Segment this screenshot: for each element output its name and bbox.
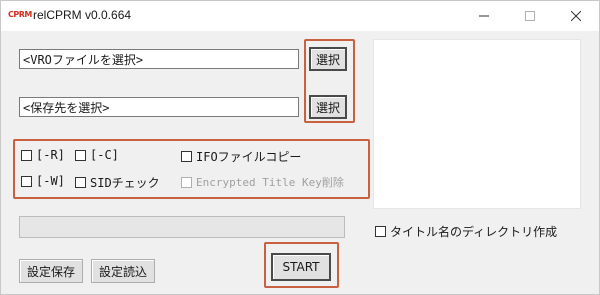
app-window: CPRM relCPRM v0.0.664 <VROファイルを選択> <保存先を…: [0, 0, 600, 295]
maximize-button[interactable]: [507, 1, 553, 31]
maximize-icon: [525, 11, 535, 21]
sid-check-checkbox[interactable]: SIDチェック: [75, 174, 160, 191]
checkbox-box: [375, 226, 386, 237]
destination-field[interactable]: <保存先を選択>: [19, 97, 299, 117]
window-title: relCPRM v0.0.664: [33, 8, 132, 22]
preview-panel: [373, 39, 581, 209]
close-icon: [571, 11, 581, 21]
checkbox-box: [181, 151, 192, 162]
title-directory-checkbox[interactable]: タイトル名のディレクトリ作成: [375, 223, 557, 240]
checkbox-box: [75, 177, 86, 188]
checkbox-box: [21, 175, 32, 187]
encrypted-title-key-delete-checkbox: Encrypted Title Key削除: [181, 174, 344, 190]
start-button[interactable]: START: [271, 253, 331, 281]
checkbox-box: [181, 176, 192, 188]
minimize-icon: [479, 15, 489, 17]
checkbox-box: [75, 149, 86, 161]
close-button[interactable]: [553, 1, 599, 31]
option-r-checkbox[interactable]: [-R]: [21, 148, 65, 162]
select-vro-button[interactable]: 選択: [309, 47, 347, 71]
select-destination-button[interactable]: 選択: [309, 95, 347, 119]
save-settings-button[interactable]: 設定保存: [19, 259, 83, 283]
load-settings-button[interactable]: 設定読込: [91, 259, 155, 283]
vro-file-field[interactable]: <VROファイルを選択>: [19, 49, 299, 69]
title-bar[interactable]: CPRM relCPRM v0.0.664: [1, 1, 599, 31]
ifo-copy-checkbox[interactable]: IFOファイルコピー: [181, 148, 301, 165]
app-logo-icon: CPRM: [8, 10, 32, 19]
option-w-checkbox[interactable]: [-W]: [21, 174, 65, 188]
progress-bar: [19, 216, 345, 238]
checkbox-box: [21, 149, 32, 161]
option-c-checkbox[interactable]: [-C]: [75, 148, 119, 162]
minimize-button[interactable]: [461, 1, 507, 31]
